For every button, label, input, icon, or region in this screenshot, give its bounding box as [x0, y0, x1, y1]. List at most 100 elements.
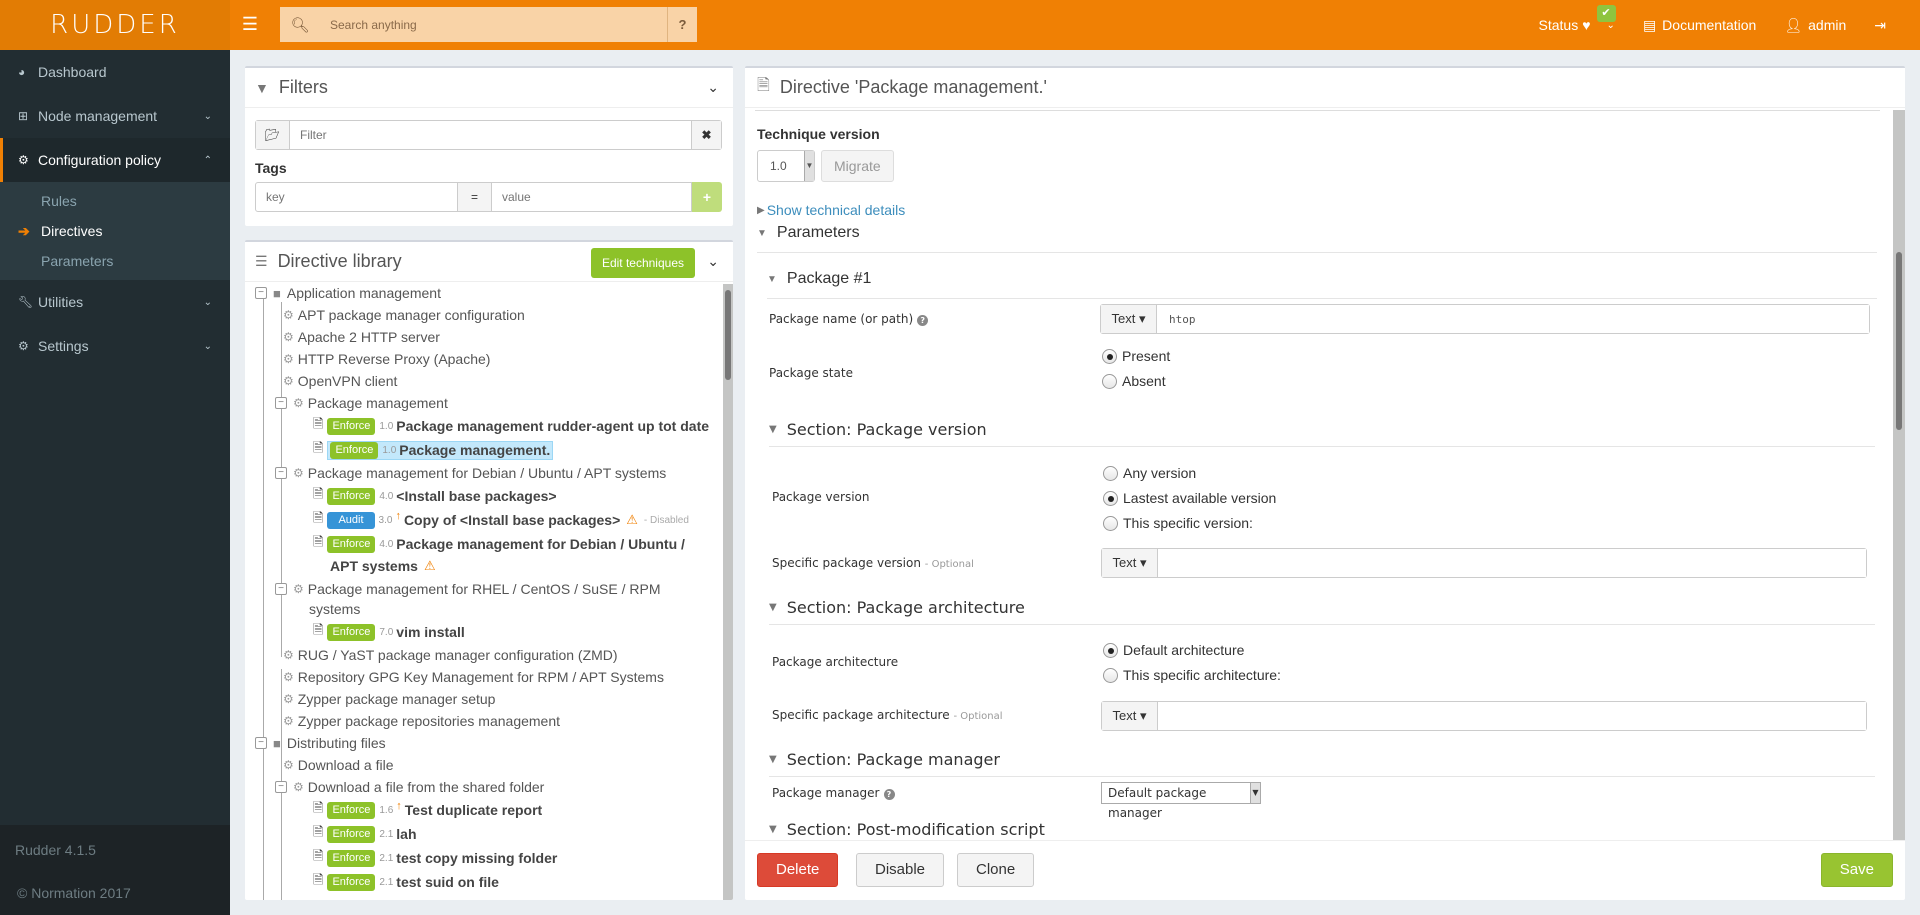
user-menu[interactable]: 👤︎ admin	[1784, 17, 1846, 34]
tree-technique[interactable]: − ⚙ Package management for Debian / Ubuntu…	[275, 463, 666, 483]
tree-technique-package-management[interactable]: − ⚙ Package management	[275, 393, 448, 413]
tree-scrollbar[interactable]	[723, 284, 733, 900]
search-input[interactable]	[320, 17, 667, 32]
collapse-icon[interactable]: −	[275, 583, 287, 595]
sidebar-item-dashboard[interactable]: ◕ Dashboard	[0, 50, 230, 94]
specific-version-input[interactable]	[1158, 549, 1866, 577]
specific-arch-input[interactable]	[1158, 702, 1866, 730]
scrollbar-thumb[interactable]	[725, 290, 731, 380]
tree-directive[interactable]: 🗎 Enforce 2.1 test suid on file	[313, 872, 499, 892]
type-dropdown[interactable]: Text ▾	[1101, 305, 1157, 333]
tree-technique[interactable]: ⚙ APT package manager configuration	[283, 305, 525, 325]
documentation-link[interactable]: ▤ Documentation	[1643, 17, 1756, 34]
tree-category-application-management[interactable]: − ■ Application management	[255, 284, 441, 303]
hamburger-menu-icon[interactable]: ☰	[240, 14, 260, 34]
rudder-logo[interactable]: RUDDER	[0, 0, 230, 50]
package-name-input[interactable]	[1157, 305, 1869, 333]
tree-directive[interactable]: 🗎 Enforce 4.0 <Install base packages>	[313, 486, 557, 506]
edit-techniques-button[interactable]: Edit techniques	[590, 248, 695, 278]
disable-button[interactable]: Disable	[856, 853, 945, 887]
radio-any-version[interactable]: Any version	[1103, 463, 1196, 483]
radio-present[interactable]: Present	[1102, 346, 1170, 366]
tree-technique[interactable]: ⚙ OpenVPN client	[283, 371, 397, 391]
sidebar-item-configuration-policy[interactable]: ⚙ Configuration policy ⌃	[0, 138, 230, 182]
help-icon[interactable]: ?	[883, 789, 895, 800]
sitemap-icon: ⊞	[18, 109, 29, 123]
tree-technique[interactable]: ⚙ Zypper package repositories management	[283, 711, 560, 731]
file-icon: 🗎	[313, 824, 324, 839]
radio-specific-arch[interactable]: This specific architecture:	[1103, 665, 1281, 685]
sidebar-item-node-management[interactable]: ⊞ Node management ⌄	[0, 94, 230, 138]
collapse-icon[interactable]: −	[275, 397, 287, 409]
delete-button[interactable]: Delete	[757, 853, 839, 887]
tree-directive[interactable]: 🗎 Enforce 4.0 Package management for Debian…	[313, 534, 685, 554]
tree-technique[interactable]: − ⚙ Package management for RHEL / CentOS /…	[275, 579, 661, 599]
tree-technique[interactable]: ⚙ Zypper package manager setup	[283, 689, 495, 709]
logout-button[interactable]: ⇥	[1874, 17, 1892, 34]
collapse-icon[interactable]: −	[275, 781, 287, 793]
section-package-architecture[interactable]: ▼ Section: Package architecture	[769, 598, 1025, 617]
sidebar-item-utilities[interactable]: 🔧︎ Utilities ⌄	[0, 280, 230, 324]
filter-icon: ▼	[255, 79, 269, 96]
tree-technique[interactable]: − ⚙ Download a file from the shared folder	[275, 777, 544, 797]
radio-specific-version[interactable]: This specific version:	[1103, 513, 1253, 533]
search-help-icon[interactable]: ?	[667, 7, 697, 42]
tree-directive[interactable]: 🗎 Enforce 1.0 Package management rudder-age…	[313, 416, 709, 436]
sidebar-subitem-directives[interactable]: ➔ Directives	[0, 216, 230, 246]
tag-value-input[interactable]	[491, 182, 692, 212]
section-package-version[interactable]: ▼ Section: Package version	[769, 420, 987, 439]
collapse-icon[interactable]: −	[255, 287, 267, 299]
enforce-badge: Enforce	[330, 441, 379, 459]
help-icon[interactable]: ?	[917, 315, 929, 326]
chevron-down-icon[interactable]: ⌄	[707, 79, 719, 96]
filters-header[interactable]: ▼ Filters ⌄	[245, 68, 733, 108]
tree-directive[interactable]: 🗎 Enforce 7.0 vim install	[313, 622, 465, 642]
tree-label: APT package manager configuration	[297, 307, 525, 323]
type-dropdown[interactable]: Text ▾	[1102, 702, 1158, 730]
radio-absent[interactable]: Absent	[1102, 371, 1166, 391]
tree-directive[interactable]: 🗎 Enforce 1.6 ↑ Test duplicate report	[313, 800, 542, 820]
add-tag-button[interactable]: +	[692, 182, 722, 212]
clear-filter-icon[interactable]: ✖	[691, 121, 721, 149]
tree-technique[interactable]: ⚙ Download a file	[283, 755, 394, 775]
tree-technique[interactable]: ⚙ Apache 2 HTTP server	[283, 327, 440, 347]
sidebar-item-label: Node management	[38, 108, 158, 124]
type-dropdown[interactable]: Text ▾	[1102, 549, 1158, 577]
package-1-toggle[interactable]: ▼ Package #1	[767, 270, 871, 288]
section-post-modification[interactable]: ▼ Section: Post-modification script	[769, 820, 1045, 839]
clone-button[interactable]: Clone	[957, 853, 1035, 887]
tree-directive[interactable]: 🗎 Enforce 2.1 test copy missing folder	[313, 848, 557, 868]
tree-technique[interactable]: ⚙ RUG / YaST package manager configuratio…	[283, 645, 618, 665]
enforce-badge: Enforce	[327, 873, 376, 891]
tree-directive[interactable]: 🗎 Enforce 2.1 lah	[313, 824, 417, 844]
save-button[interactable]: Save	[1820, 853, 1893, 887]
show-technical-link[interactable]: Show technical details	[767, 202, 906, 218]
sidebar-item-settings[interactable]: ⚙ Settings ⌄	[0, 324, 230, 368]
radio-default-arch[interactable]: Default architecture	[1103, 640, 1244, 660]
collapse-icon[interactable]: −	[275, 467, 287, 479]
filter-input[interactable]	[290, 121, 691, 149]
gear-icon: ⚙	[293, 582, 304, 596]
tree-technique[interactable]: ⚙ Repository GPG Key Management for RPM /…	[283, 667, 664, 687]
technique-version-label: Technique version	[757, 126, 880, 142]
section-package-manager[interactable]: ▼ Section: Package manager	[769, 750, 1000, 769]
chevron-down-icon[interactable]: ⌄	[707, 253, 719, 270]
sidebar-subitem-rules[interactable]: Rules	[0, 186, 230, 216]
tree-directive-selected[interactable]: 🗎 Enforce 1.0 Package management.	[313, 440, 554, 460]
parameters-toggle[interactable]: ▼ Parameters	[757, 224, 860, 242]
tree-directive[interactable]: 🗎 Audit 3.0 ↑ Copy of <Install base packages…	[313, 510, 689, 530]
tag-key-input[interactable]	[255, 182, 458, 212]
radio-latest-version[interactable]: Lastest available version	[1103, 488, 1276, 508]
technique-version-select[interactable]: 1.0 ▼	[757, 150, 815, 182]
tree-technique[interactable]: ⚙ HTTP Reverse Proxy (Apache)	[283, 349, 490, 369]
status-menu[interactable]: Status ♥ ✔ ⌄	[1539, 5, 1616, 33]
folder-open-icon[interactable]: 📂︎	[256, 121, 290, 149]
migrate-button[interactable]: Migrate	[821, 150, 894, 182]
scrollbar-thumb[interactable]	[1896, 252, 1902, 430]
show-technical-details[interactable]: ▶ Show technical details	[757, 202, 905, 218]
package-manager-select[interactable]: Default package manager ▼	[1101, 782, 1261, 820]
sidebar-subitem-parameters[interactable]: Parameters	[0, 246, 230, 276]
directive-scrollbar[interactable]	[1893, 110, 1905, 840]
collapse-icon[interactable]: −	[255, 737, 267, 749]
tree-category-distributing-files[interactable]: − ■ Distributing files	[255, 733, 386, 753]
